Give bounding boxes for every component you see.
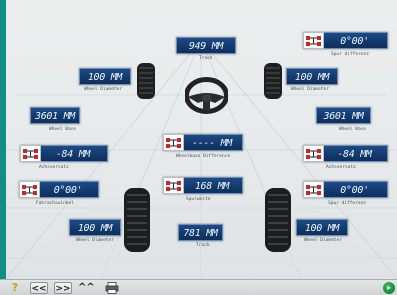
rear-left-wheel-label: Wheel Diameter [76, 238, 114, 243]
front-left-tire-icon [137, 63, 155, 99]
car-axle-icon [20, 145, 41, 162]
right-wheelbase-label: Wheel Base [339, 127, 367, 132]
printer-icon[interactable] [105, 282, 119, 294]
car-axle-icon [163, 134, 184, 151]
steering-wheel-icon [185, 77, 228, 114]
car-axle-icon [303, 181, 324, 198]
rear-left-tire-icon [124, 188, 150, 252]
rear-track-label: Track [196, 243, 210, 248]
front-left-wheel-label: Wheel Diameter [84, 87, 122, 92]
car-axle-icon [19, 181, 40, 198]
front-track-label: Track [199, 56, 213, 61]
ok-button[interactable]: ▸ [383, 282, 395, 294]
car-axle-icon [303, 32, 324, 49]
front-right-tire-icon [264, 63, 282, 99]
left-offset-label: Achsversatz [39, 165, 69, 170]
rear-left-wheel-value[interactable]: 100 MM [69, 219, 121, 236]
bottom-toolbar: ? << >> ^^ ▸ [0, 279, 397, 295]
car-axle-icon [163, 177, 184, 194]
right-offset-label: Achsversatz [326, 165, 356, 170]
help-button[interactable]: ? [10, 282, 20, 294]
alignment-panel: 949 MM Track 0°00' Spur differenz 100 MM… [6, 0, 397, 279]
rear-track-value[interactable]: 781 MM [178, 224, 223, 241]
front-right-toe-label: Spur differenz [331, 52, 369, 57]
right-wheelbase-value[interactable]: 3601 MM [316, 107, 371, 124]
front-right-wheel-value[interactable]: 100 MM [286, 68, 338, 85]
up-button[interactable]: ^^ [78, 282, 95, 294]
left-thrust-label: Fahrachswinkel [36, 201, 74, 206]
rear-right-wheel-value[interactable]: 100 MM [296, 219, 348, 236]
rear-right-tire-icon [265, 188, 291, 252]
axle-offset-label: Wheelbase Difference [176, 154, 231, 159]
front-left-wheel-value[interactable]: 100 MM [79, 68, 131, 85]
car-axle-icon [303, 145, 324, 162]
front-right-wheel-label: Wheel Diameter [291, 87, 329, 92]
left-wheelbase-value[interactable]: 3601 MM [30, 107, 80, 124]
back-button[interactable]: << [30, 282, 48, 294]
center-lateral-label: Spurweite [186, 197, 211, 202]
front-track-value[interactable]: 949 MM [176, 37, 236, 54]
right-toe-label: Spur differenz [328, 201, 366, 206]
left-wheelbase-label: Wheel Base [49, 127, 77, 132]
forward-button[interactable]: >> [54, 282, 72, 294]
rear-right-wheel-label: Wheel Diameter [304, 238, 342, 243]
